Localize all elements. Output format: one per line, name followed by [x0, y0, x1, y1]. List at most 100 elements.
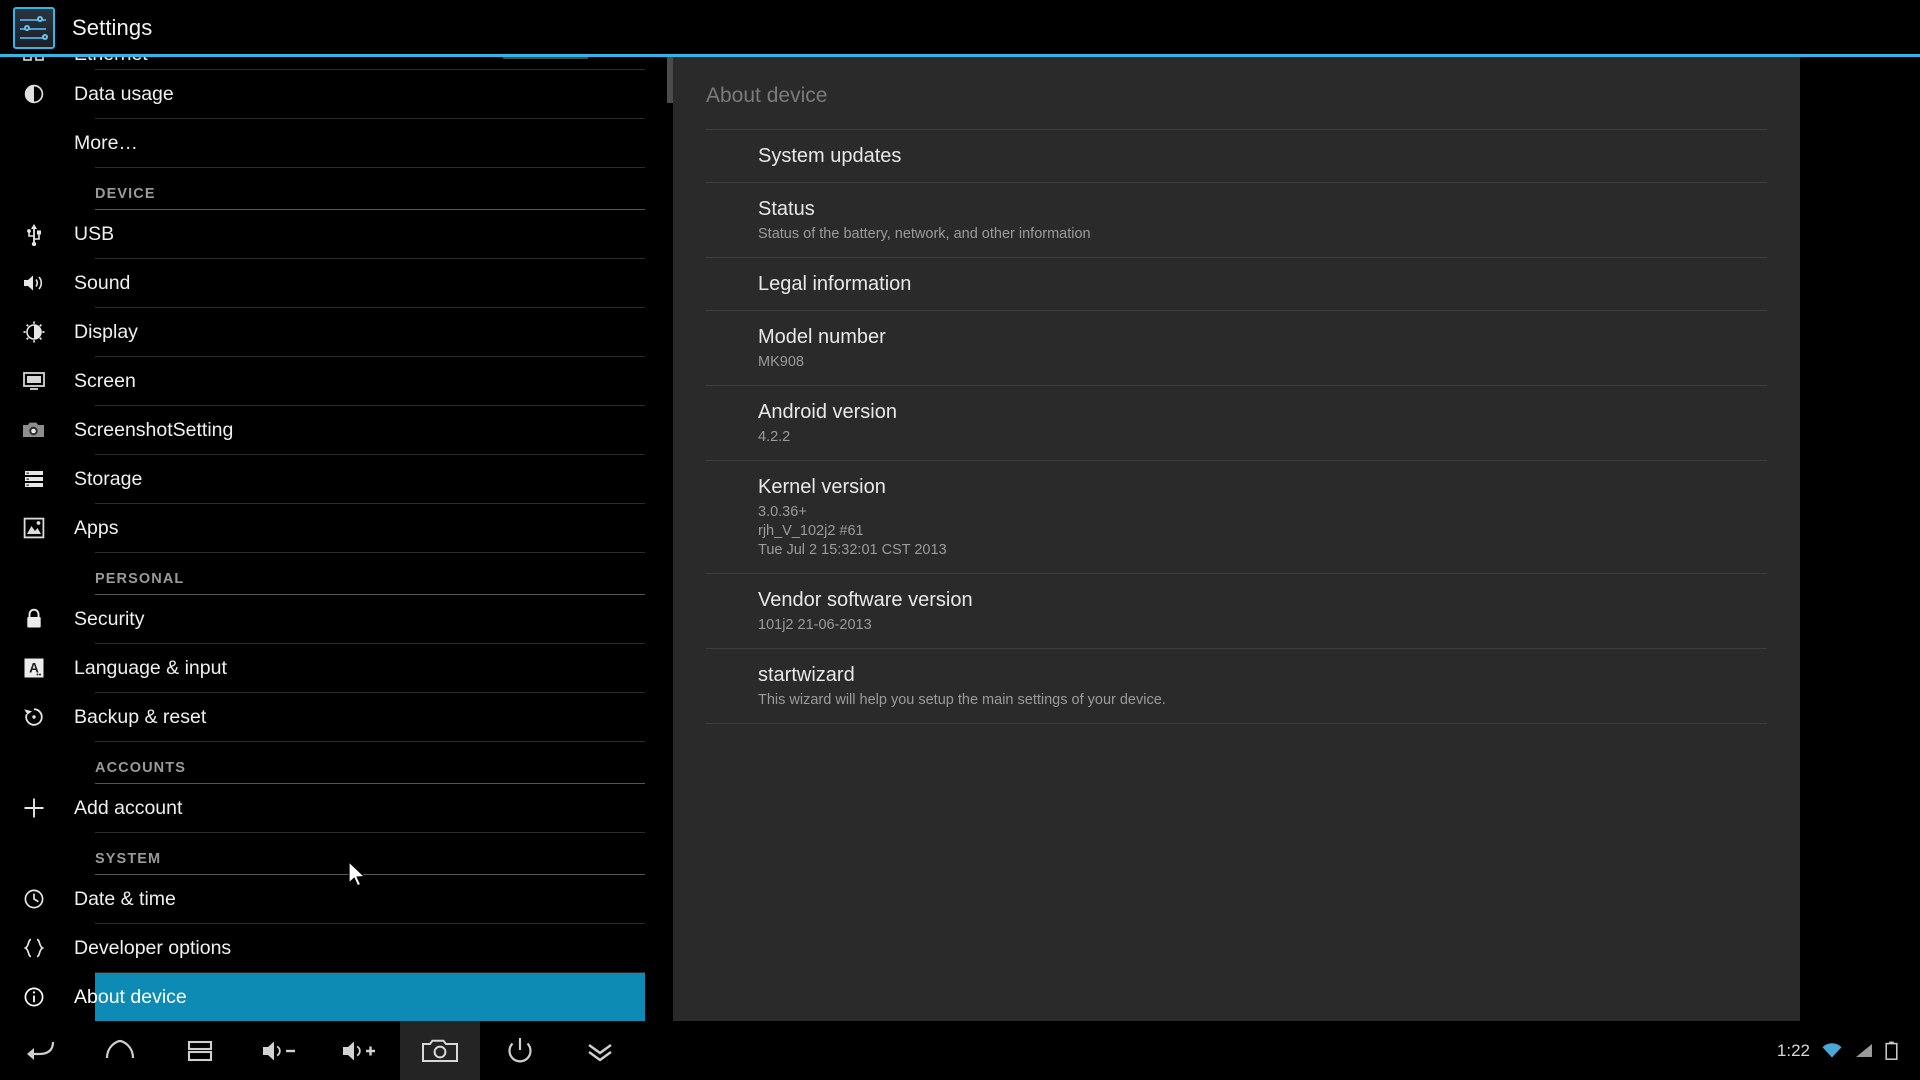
sidebar-item-usb[interactable]: USB	[27, 210, 645, 259]
sidebar-item-label: Data usage	[74, 82, 174, 105]
sidebar-item-add-account[interactable]: Add account	[24, 784, 645, 833]
data-usage-pie-icon	[17, 77, 51, 111]
clock-icon	[17, 882, 51, 916]
sidebar-item-developer-options[interactable]: Developer options	[23, 924, 645, 973]
collapse-chevrons-icon[interactable]	[560, 1021, 640, 1080]
speaker-icon	[17, 266, 51, 300]
sidebar-item-screen[interactable]: Screen	[23, 357, 645, 406]
pref-summary: 3.0.36+ rjh_V_102j2 #61 Tue Jul 2 15:32:…	[758, 503, 1767, 560]
screenshot-camera-icon[interactable]	[400, 1021, 480, 1080]
sidebar-item-label: ScreenshotSetting	[74, 418, 234, 441]
ethernet-toggle[interactable]: OFF	[503, 57, 588, 59]
nav-buttons	[0, 1021, 640, 1080]
pref-summary-line: 3.0.36+	[758, 504, 807, 520]
pref-title: Kernel version	[758, 476, 886, 498]
sidebar-item-screenshotsetting[interactable]: ScreenshotSetting	[23, 406, 645, 455]
pref-title: Model number	[758, 326, 886, 348]
page-title: About device	[706, 84, 828, 107]
settings-sidebar[interactable]: Ethernet OFF Data usage More… DEVICE	[0, 57, 673, 1021]
camera-icon	[17, 413, 51, 447]
home-icon[interactable]	[80, 1021, 160, 1080]
pref-legal-information[interactable]: Legal information	[706, 257, 1767, 310]
sidebar-item-security[interactable]: Security	[27, 595, 645, 644]
content-panel: About device System updates Status Statu…	[673, 57, 1920, 1044]
pref-model-number[interactable]: Model number MK908	[706, 310, 1767, 385]
sidebar-item-label: Language & input	[74, 656, 227, 679]
body-area: Ethernet OFF Data usage More… DEVICE	[0, 57, 1920, 1044]
sidebar-section-system: SYSTEM	[95, 833, 645, 875]
no-icon	[17, 126, 51, 160]
pref-summary: Status of the battery, network, and othe…	[758, 225, 1767, 244]
pref-summary-line: rjh_V_102j2 #61	[758, 523, 864, 539]
about-device-card: About device System updates Status Statu…	[673, 57, 1800, 1044]
battery-icon	[1885, 1041, 1898, 1060]
sidebar-item-label: Display	[74, 320, 138, 343]
pref-summary-line: 4.2.2	[758, 429, 791, 445]
recents-icon[interactable]	[160, 1021, 240, 1080]
sidebar-item-label: Ethernet	[74, 57, 148, 66]
sidebar-item-label: Screen	[74, 369, 136, 392]
plus-icon	[17, 791, 51, 825]
pref-summary-line: Tue Jul 2 15:32:01 CST 2013	[758, 542, 947, 558]
pref-kernel-version[interactable]: Kernel version 3.0.36+ rjh_V_102j2 #61 T…	[706, 460, 1767, 573]
pref-title: System updates	[758, 145, 902, 167]
apps-image-icon	[17, 511, 51, 545]
monitor-icon	[17, 364, 51, 398]
sidebar-item-label: Backup & reset	[74, 705, 207, 728]
sidebar-item-about-device[interactable]: About device	[24, 973, 645, 1021]
sidebar-item-backup-reset[interactable]: Backup & reset	[24, 693, 645, 742]
sidebar-section-device: DEVICE	[95, 168, 645, 210]
sidebar-item-ethernet[interactable]: Ethernet OFF	[23, 57, 645, 70]
sidebar-section-personal: PERSONAL	[95, 553, 645, 595]
pref-title: Legal information	[758, 273, 912, 295]
sidebar-item-label: Add account	[74, 796, 183, 819]
list-end-divider	[706, 723, 1767, 724]
language-a-icon: A	[17, 651, 51, 685]
pref-summary-line: 101j2 21-06-2013	[758, 617, 872, 633]
sidebar-item-label: Apps	[74, 516, 119, 539]
pref-title: startwizard	[758, 664, 855, 686]
sidebar-item-storage[interactable]: Storage	[25, 455, 645, 504]
sidebar-item-label: Date & time	[74, 887, 176, 910]
status-area[interactable]: 1:22	[1777, 1041, 1898, 1061]
android-settings-screen: Settings Ethernet OFF	[0, 0, 1920, 1080]
volume-up-icon[interactable]	[320, 1021, 400, 1080]
ethernet-icon	[17, 57, 51, 71]
sidebar-item-more[interactable]: More…	[74, 119, 645, 168]
app-title: Settings	[72, 15, 153, 40]
back-icon[interactable]	[0, 1021, 80, 1080]
pref-summary: 4.2.2	[758, 428, 1767, 447]
pref-system-updates[interactable]: System updates	[706, 129, 1767, 182]
sidebar-item-label: About device	[74, 985, 187, 1008]
sidebar-item-language-input[interactable]: A Language & input	[24, 644, 645, 693]
brightness-icon	[17, 315, 51, 349]
pref-summary-line: This wizard will help you setup the main…	[758, 692, 1166, 708]
status-clock: 1:22	[1776, 1040, 1810, 1060]
info-circle-icon	[17, 980, 51, 1014]
usb-icon	[17, 217, 51, 251]
sidebar-item-sound[interactable]: Sound	[24, 259, 645, 308]
volume-down-icon[interactable]	[240, 1021, 320, 1080]
pref-title: Status	[758, 198, 815, 220]
power-icon[interactable]	[480, 1021, 560, 1080]
sidebar-item-data-usage[interactable]: Data usage	[24, 70, 645, 119]
title-bar: Settings	[0, 0, 1920, 56]
wifi-icon	[1821, 1042, 1843, 1059]
pref-status[interactable]: Status Status of the battery, network, a…	[706, 182, 1767, 257]
sidebar-item-display[interactable]: Display	[23, 308, 645, 357]
pref-android-version[interactable]: Android version 4.2.2	[706, 385, 1767, 460]
pref-summary-line: Status of the battery, network, and othe…	[758, 226, 1091, 242]
settings-sliders-icon	[13, 7, 55, 49]
lock-icon	[17, 602, 51, 636]
braces-icon	[17, 931, 51, 965]
storage-icon	[17, 462, 51, 496]
pref-vendor-software-version[interactable]: Vendor software version 101j2 21-06-2013	[706, 573, 1767, 648]
sidebar-item-label: Developer options	[74, 936, 232, 959]
sidebar-section-accounts: ACCOUNTS	[95, 742, 645, 784]
sidebar-item-apps[interactable]: Apps	[23, 504, 645, 553]
about-device-list[interactable]: System updates Status Status of the batt…	[706, 129, 1767, 724]
pref-startwizard[interactable]: startwizard This wizard will help you se…	[706, 648, 1767, 723]
sidebar-item-date-time[interactable]: Date & time	[24, 875, 645, 924]
pref-title: Vendor software version	[758, 589, 973, 611]
pref-summary: MK908	[758, 353, 1767, 372]
